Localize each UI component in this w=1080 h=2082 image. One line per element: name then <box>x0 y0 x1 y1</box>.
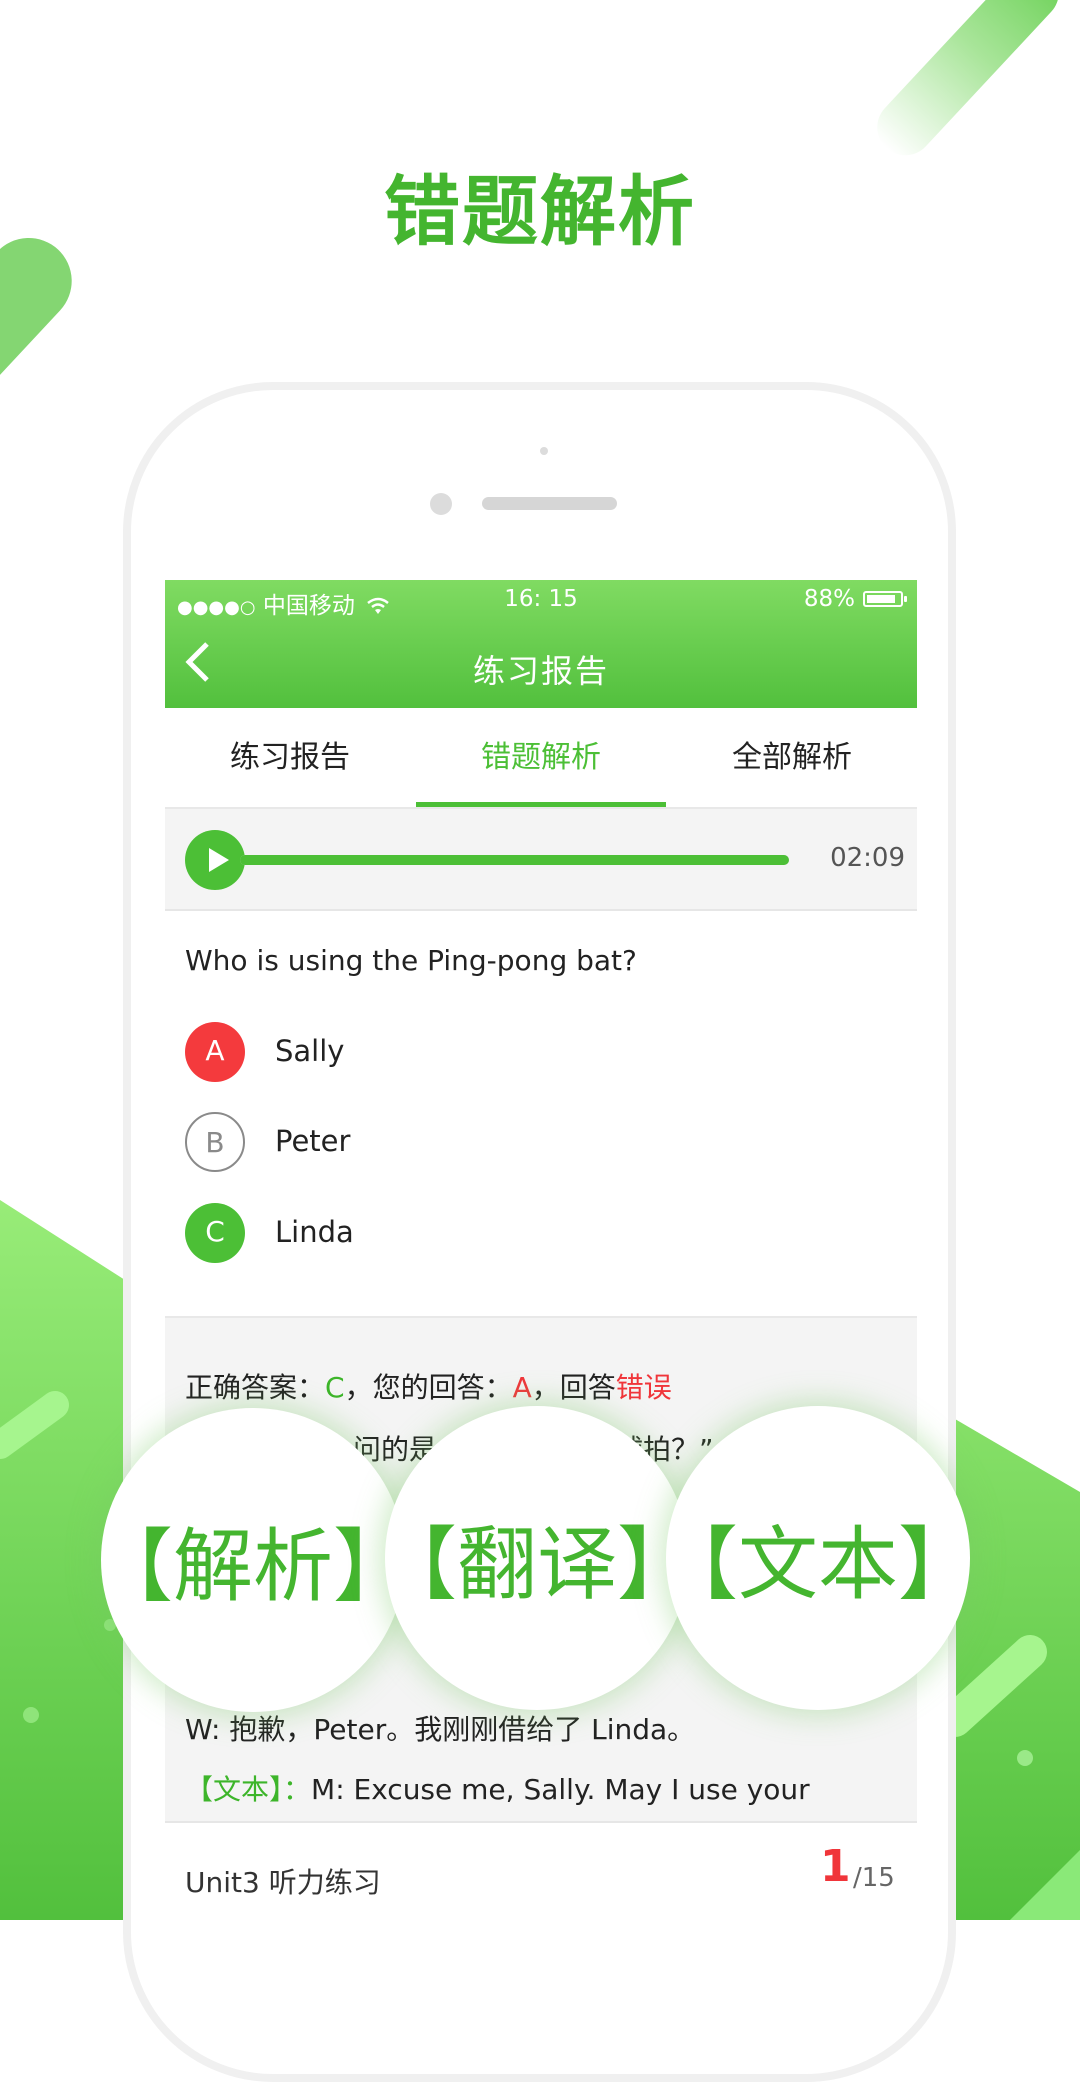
question-text: Who is using the Ping-pong bat? <box>185 944 637 977</box>
status-battery: 88% <box>803 586 907 612</box>
option-a[interactable]: A Sally <box>185 1020 885 1084</box>
phone-sensor-icon <box>430 493 452 515</box>
translation-line: W: 抱歉，Peter。我刚刚借给了 Linda。 <box>185 1713 696 1746</box>
transcript-text: M: Excuse me, Sally. May I use your <box>311 1773 810 1806</box>
tab-practice-report[interactable]: 练习报告 <box>165 708 415 807</box>
battery-percent: 88% <box>803 586 855 612</box>
tab-all-analysis[interactable]: 全部解析 <box>667 708 917 807</box>
option-c[interactable]: C Linda <box>185 1201 885 1265</box>
correct-answer-label: 正确答案： <box>185 1371 326 1404</box>
nav-title: 练习报告 <box>472 652 609 690</box>
correct-answer-value: C <box>325 1371 345 1404</box>
result-value: 错误 <box>615 1371 672 1404</box>
option-badge-wrong: A <box>185 1022 245 1082</box>
play-button[interactable] <box>185 830 245 890</box>
transcript-tag: 【文本】 <box>185 1773 284 1806</box>
phone-camera-icon <box>540 447 548 455</box>
option-badge-correct: C <box>185 1203 245 1263</box>
footer-bar: Unit3 听力练习 1 /15 <box>165 1823 917 1920</box>
option-b[interactable]: B Peter <box>185 1110 885 1174</box>
answer-summary: 正确答案：C，您的回答：A，回答错误 <box>185 1366 672 1406</box>
audio-progress-fill <box>240 855 789 865</box>
page-total: /15 <box>853 1863 895 1893</box>
decor-green-panel-right <box>940 1419 1080 1920</box>
your-answer-label: ，您的回答： <box>344 1371 513 1404</box>
your-answer-value: A <box>512 1371 532 1404</box>
audio-progress-slider[interactable] <box>240 855 789 865</box>
battery-fill <box>867 595 895 603</box>
page-current: 1 <box>820 1841 851 1892</box>
transcript-colon: ： <box>283 1773 312 1806</box>
option-text: Peter <box>275 1124 351 1158</box>
phone-speaker-icon <box>482 497 617 510</box>
unit-title: Unit3 听力练习 <box>185 1866 381 1899</box>
tab-bar: 练习报告 错题解析 全部解析 <box>165 708 917 809</box>
bubble-transcript[interactable]: 【文本】 <box>658 1406 978 1710</box>
promo-title: 错题解析 <box>384 167 696 256</box>
bubble-translation[interactable]: 【翻译】 <box>377 1406 697 1710</box>
option-text: Linda <box>275 1215 354 1249</box>
transcript-line: 【文本】：M: Excuse me, Sally. May I use your <box>185 1768 810 1808</box>
bubble-analysis[interactable]: 【解析】 <box>93 1408 413 1712</box>
option-text: Sally <box>275 1034 345 1068</box>
audio-player: 02:09 <box>165 809 917 911</box>
status-bar: ●●●●○ 中国移动 16: 15 88% <box>165 580 917 620</box>
audio-duration: 02:09 <box>830 843 905 873</box>
option-badge: B <box>185 1112 245 1172</box>
nav-header: ●●●●○ 中国移动 16: 15 88% 练习报告 <box>165 580 917 708</box>
app-screen: ●●●●○ 中国移动 16: 15 88% 练习报告 练习报告 错题解析 全部解… <box>165 580 917 1920</box>
tab-wrong-answers[interactable]: 错题解析 <box>416 708 666 807</box>
result-label: ，回答 <box>531 1371 616 1404</box>
battery-icon <box>863 591 907 607</box>
